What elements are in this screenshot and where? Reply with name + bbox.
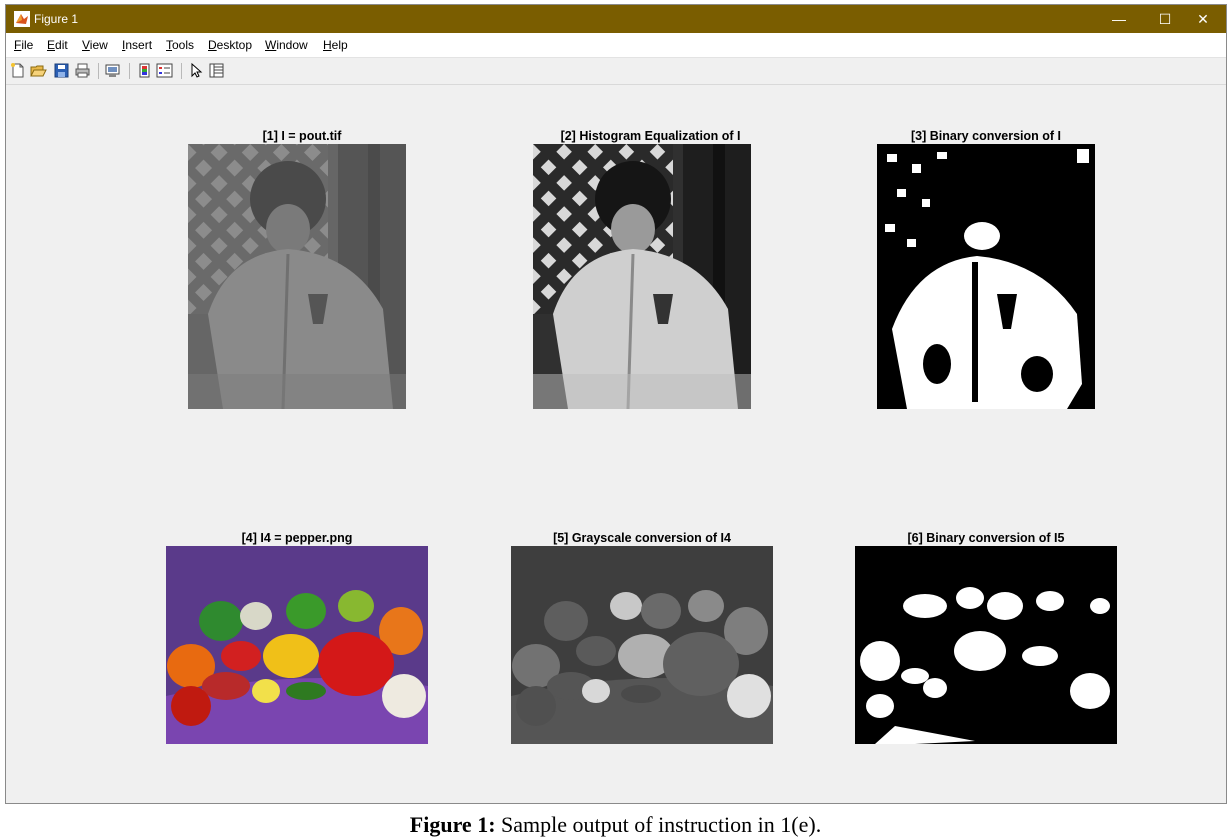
print-icon[interactable] (74, 62, 91, 79)
subplot-2-title: [2] Histogram Equalization of I (560, 129, 741, 143)
link-plot-icon[interactable] (104, 62, 121, 79)
title-bar[interactable]: Figure 1 — ☐ ✕ (6, 5, 1226, 33)
menu-edit[interactable]: Edit (47, 38, 68, 52)
toolbar (6, 58, 1226, 85)
toolbar-separator (181, 63, 182, 79)
matlab-icon (14, 11, 30, 27)
menu-tools[interactable]: Tools (166, 38, 194, 52)
subplot-1-title: [1] I = pout.tif (262, 129, 342, 143)
colorbar-icon[interactable] (136, 62, 153, 79)
menu-window[interactable]: Window (265, 38, 308, 52)
new-figure-icon[interactable] (9, 62, 26, 79)
figure-window: Figure 1 — ☐ ✕ File Edit View Insert Too… (5, 4, 1227, 804)
figure-caption: Figure 1: Sample output of instruction i… (0, 812, 1231, 838)
subplot-4-title: [4] I4 = pepper.png (241, 531, 353, 545)
close-button[interactable]: ✕ (1180, 5, 1226, 33)
menu-help[interactable]: Help (323, 38, 348, 52)
menu-insert[interactable]: Insert (122, 38, 152, 52)
pointer-icon[interactable] (188, 62, 205, 79)
caption-text: Sample output of instruction in 1(e). (495, 812, 822, 837)
menu-desktop[interactable]: Desktop (208, 38, 252, 52)
subplot-5-title: [5] Grayscale conversion of I4 (553, 531, 731, 545)
subplot-3-image (877, 144, 1095, 409)
subplot-4-image (166, 546, 428, 744)
subplot-6-title: [6] Binary conversion of I5 (907, 531, 1065, 545)
save-icon[interactable] (53, 62, 70, 79)
subplot-6-image (855, 546, 1117, 744)
toolbar-separator (98, 63, 99, 79)
subplot-5-image (511, 546, 773, 744)
subplot-1-image (188, 144, 406, 409)
minimize-button[interactable]: — (1096, 5, 1142, 33)
open-file-icon[interactable] (30, 62, 47, 79)
menu-view[interactable]: View (82, 38, 108, 52)
menu-bar: File Edit View Insert Tools Desktop Wind… (6, 33, 1226, 58)
property-editor-icon[interactable] (208, 62, 225, 79)
figure-canvas: [1] I = pout.tif [2] Histogram Equalizat… (6, 85, 1226, 803)
legend-icon[interactable] (156, 62, 173, 79)
toolbar-separator (129, 63, 130, 79)
caption-label: Figure 1: (409, 812, 496, 837)
subplot-2-image (533, 144, 751, 409)
subplot-3-title: [3] Binary conversion of I (910, 129, 1062, 143)
window-title: Figure 1 (34, 12, 79, 26)
menu-file[interactable]: File (14, 38, 33, 52)
